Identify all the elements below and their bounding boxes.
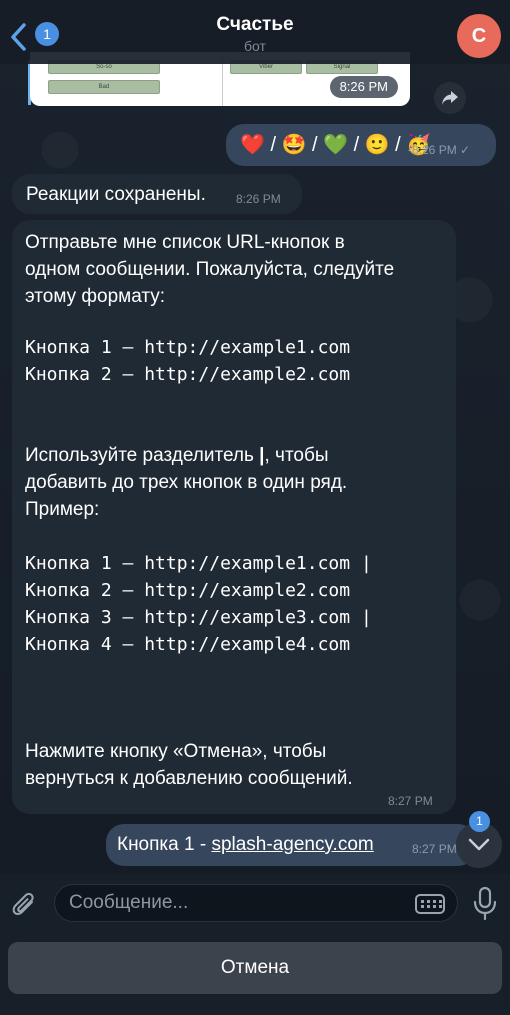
message-time: 8:26 PM ✓ xyxy=(412,143,470,157)
microphone-icon xyxy=(473,886,497,921)
instruction-line: Используйте разделитель |, чтобы xyxy=(25,442,329,469)
example-line: Кнопка 1 – http://example1.com | xyxy=(25,553,372,574)
instruction-text: , чтобы xyxy=(264,445,329,466)
message-time-text: 8:26 PM xyxy=(412,143,457,157)
message-placeholder: Сообщение... xyxy=(69,892,189,913)
instruction-line: Нажмите кнопку «Отмена», чтобы xyxy=(25,741,327,762)
paperclip-icon xyxy=(12,892,34,915)
keyboard-icon[interactable] xyxy=(415,894,445,914)
chevron-down-icon xyxy=(468,838,490,851)
instruction-line: добавить до трех кнопок в один ряд. xyxy=(25,472,348,493)
reply-link[interactable]: splash-agency.com xyxy=(211,834,373,855)
chat-header: 1 Счастье бот С xyxy=(0,0,510,64)
message-time: 8:27 PM xyxy=(412,842,457,856)
microphone-button[interactable] xyxy=(470,886,500,922)
reaction-emojis: ❤️ / 🤩 / 💚 / 🙂 / 🥳 xyxy=(240,134,432,156)
example-line: Кнопка 2 – http://example2.com xyxy=(25,364,351,385)
scroll-unread-badge: 1 xyxy=(469,811,490,832)
share-button[interactable] xyxy=(434,82,466,114)
instruction-line: одном сообщении. Пожалуйста, следуйте xyxy=(25,259,395,280)
message-input[interactable]: Сообщение... xyxy=(54,884,458,922)
keyboard-area: Отмена xyxy=(0,934,510,1015)
example-line: Кнопка 4 – http://example4.com xyxy=(25,634,351,655)
preview-button-label: So-so xyxy=(96,64,112,70)
preview-button-label: Bad xyxy=(98,84,110,90)
share-icon xyxy=(442,91,458,105)
avatar[interactable]: С xyxy=(457,14,501,58)
preview-time: 8:26 PM xyxy=(329,76,398,98)
cancel-button[interactable]: Отмена xyxy=(8,942,502,994)
message-time: 8:27 PM xyxy=(388,794,433,808)
reply-prefix: Кнопка 1 - xyxy=(117,834,212,855)
example-line: Кнопка 2 – http://example2.com xyxy=(25,580,351,601)
instruction-line: Пример: xyxy=(25,499,100,520)
chat-title[interactable]: Счастье xyxy=(0,14,510,36)
attach-button[interactable] xyxy=(10,890,40,920)
chat-subtitle: бот xyxy=(244,38,266,54)
preview-button-label: Viber xyxy=(259,64,273,70)
instruction-line: этому формату: xyxy=(25,286,166,307)
instruction-line: вернуться к добавлению сообщений. xyxy=(25,768,353,789)
message-time: 8:26 PM xyxy=(236,192,281,206)
example-line: Кнопка 3 – http://example3.com | xyxy=(25,607,372,628)
instruction-line: Отправьте мне список URL-кнопок в xyxy=(25,232,345,253)
message-text: Кнопка 1 - splash-agency.com xyxy=(117,831,374,858)
preview-button-label: Signal xyxy=(333,64,351,70)
instruction-text: Используйте разделитель xyxy=(25,445,260,466)
example-line: Кнопка 1 – http://example1.com xyxy=(25,337,351,358)
read-check-icon: ✓ xyxy=(460,143,471,157)
message-text: Реакции сохранены. xyxy=(26,184,206,205)
message-input-bar: Сообщение... xyxy=(0,874,510,934)
preview-button-bad: Bad xyxy=(48,80,160,94)
